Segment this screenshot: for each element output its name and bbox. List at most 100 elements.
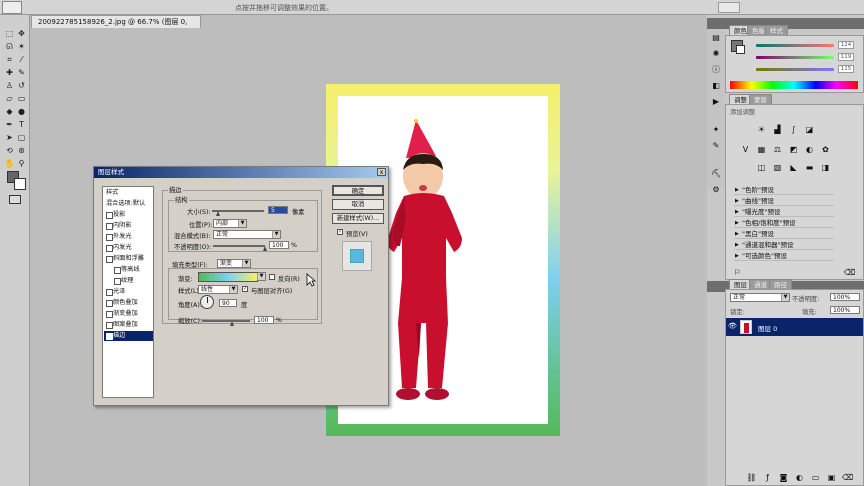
channel-mixer-icon[interactable]: ✿ <box>820 145 831 155</box>
character-icon[interactable]: ⚙ <box>711 185 721 195</box>
gradient-dropdown[interactable]: ▼ <box>257 272 266 281</box>
layer-comps-icon[interactable]: ◧ <box>711 81 721 91</box>
blue-slider[interactable] <box>756 68 834 71</box>
photo-filter-icon[interactable]: ◐ <box>804 145 815 155</box>
quick-mask-icon[interactable] <box>9 195 21 204</box>
opacity-input[interactable]: 100 <box>269 241 289 249</box>
angle-input[interactable]: 90 <box>219 299 237 307</box>
eraser-tool-icon[interactable]: ▱ <box>4 94 15 104</box>
actions-icon[interactable]: ✺ <box>711 49 721 59</box>
align-checkbox[interactable]: ✓ <box>242 286 248 292</box>
style-gradient-overlay[interactable]: 渐变叠加 <box>104 309 153 319</box>
preset-levels[interactable]: "色阶"预设 <box>734 185 834 195</box>
vibrance-icon[interactable]: V <box>740 145 751 155</box>
move-tool-icon[interactable]: ✥ <box>16 29 27 39</box>
preset-exposure[interactable]: "曝光度"预设 <box>734 207 834 217</box>
move-tool-icon[interactable] <box>2 1 22 14</box>
scale-input[interactable]: 100 <box>254 316 274 324</box>
style-contour[interactable]: 等高线 <box>104 265 153 275</box>
blend-options-item[interactable]: 混合选项:默认 <box>104 199 153 209</box>
path-select-icon[interactable]: ➤ <box>4 133 15 143</box>
link-layers-icon[interactable]: ⛓ <box>746 473 757 483</box>
style-inner-shadow[interactable]: 内阴影 <box>104 221 153 231</box>
preset-channel-mixer[interactable]: "通道混和器"预设 <box>734 240 834 250</box>
tab-masks[interactable]: 蒙版 <box>749 94 772 104</box>
gradient-tool-icon[interactable]: ▭ <box>16 94 27 104</box>
marquee-tool-icon[interactable]: ⬚ <box>4 29 15 39</box>
stamp-tool-icon[interactable]: ♙ <box>4 81 15 91</box>
layer-opacity-value[interactable]: 100% <box>830 293 860 301</box>
3d-icon[interactable]: ⛏ <box>711 169 721 179</box>
adjust-trash-icon[interactable]: ⌫ <box>844 268 855 278</box>
lasso-tool-icon[interactable]: ᘏ <box>4 42 15 52</box>
fill-value[interactable]: 100% <box>830 306 860 314</box>
hand-tool-icon[interactable]: ✋ <box>4 159 15 169</box>
gradient-style-select[interactable]: 线性 ▼ <box>198 285 238 294</box>
eyedropper-icon[interactable]: ⁄ <box>16 55 27 65</box>
delete-layer-icon[interactable]: ⌫ <box>842 473 853 483</box>
style-texture[interactable]: 纹理 <box>104 276 153 286</box>
green-slider[interactable] <box>756 56 834 59</box>
hue-sat-icon[interactable]: ▦ <box>756 145 767 155</box>
shape-tool-icon[interactable]: ▢ <box>16 133 27 143</box>
preview-checkbox[interactable]: ✓ <box>337 229 343 235</box>
preset-selective-color[interactable]: "可选颜色"预设 <box>734 251 834 261</box>
healing-brush-icon[interactable]: ✚ <box>4 68 15 78</box>
adjust-layer-icon[interactable]: ◐ <box>794 473 805 483</box>
opacity-slider[interactable] <box>213 245 265 247</box>
new-style-button[interactable]: 新建样式(W)... <box>332 213 384 224</box>
green-value[interactable]: 119 <box>838 53 854 61</box>
tab-styles[interactable]: 样式 <box>765 25 788 35</box>
info-icon[interactable]: ⓘ <box>711 65 721 75</box>
zoom-tool-icon[interactable]: ⚲ <box>16 159 27 169</box>
3d-rotate-icon[interactable]: ⟲ <box>4 146 15 156</box>
style-inner-glow[interactable]: 内发光 <box>104 243 153 253</box>
selective-color-icon[interactable]: ◨ <box>820 163 831 173</box>
group-icon[interactable]: ▭ <box>810 473 821 483</box>
reverse-checkbox[interactable] <box>269 274 275 280</box>
background-color-swatch[interactable] <box>14 178 26 190</box>
tool-presets-icon[interactable]: ✎ <box>711 141 721 151</box>
style-stroke[interactable]: 描边 <box>104 331 153 341</box>
blend-mode-select[interactable]: 正常 ▼ <box>213 230 281 239</box>
type-tool-icon[interactable]: T <box>16 120 27 130</box>
preset-black-white[interactable]: "黑白"预设 <box>734 229 834 239</box>
angle-dial[interactable] <box>200 295 214 309</box>
eye-icon[interactable]: 👁 <box>728 322 737 330</box>
fill-type-select[interactable]: 渐变 ▼ <box>217 259 251 268</box>
exposure-icon[interactable]: ◪ <box>804 125 815 135</box>
curves-icon[interactable]: ∫ <box>788 125 799 135</box>
size-slider[interactable] <box>212 210 264 212</box>
adjust-footer-icon[interactable]: ⚐ <box>732 268 743 278</box>
invert-icon[interactable]: ◫ <box>756 163 767 173</box>
color-ramp[interactable] <box>730 81 858 89</box>
workspace-button[interactable] <box>718 2 740 13</box>
brush-tool-icon[interactable]: ✎ <box>16 68 27 78</box>
history-icon[interactable]: ▤ <box>711 33 721 43</box>
styles-header[interactable]: 样式 <box>104 188 153 198</box>
posterize-icon[interactable]: ▧ <box>772 163 783 173</box>
history-brush-icon[interactable]: ↺ <box>16 81 27 91</box>
style-satin[interactable]: 光泽 <box>104 287 153 297</box>
style-drop-shadow[interactable]: 投影 <box>104 210 153 220</box>
gradient-swatch[interactable] <box>198 272 258 282</box>
dialog-title[interactable]: 图层样式 <box>94 167 388 178</box>
red-slider[interactable] <box>756 44 834 47</box>
brightness-icon[interactable]: ☀ <box>756 125 767 135</box>
black-white-icon[interactable]: ◩ <box>788 145 799 155</box>
brushes-icon[interactable]: ✦ <box>711 125 721 135</box>
preset-curves[interactable]: "曲线"预设 <box>734 196 834 206</box>
cancel-button[interactable]: 取消 <box>332 199 384 210</box>
blur-tool-icon[interactable]: ◆ <box>4 107 15 117</box>
magic-wand-icon[interactable]: ✶ <box>16 42 27 52</box>
scale-slider[interactable] <box>202 320 250 322</box>
fx-icon[interactable]: ƒ <box>762 473 773 483</box>
style-pattern-overlay[interactable]: 图案叠加 <box>104 320 153 330</box>
color-balance-icon[interactable]: ⚖ <box>772 145 783 155</box>
style-bevel-emboss[interactable]: 斜面和浮雕 <box>104 254 153 264</box>
style-outer-glow[interactable]: 外发光 <box>104 232 153 242</box>
pen-tool-icon[interactable]: ✒ <box>4 120 15 130</box>
threshold-icon[interactable]: ◣ <box>788 163 799 173</box>
3d-orbit-icon[interactable]: ⊛ <box>16 146 27 156</box>
clone-source-icon[interactable]: ▶ <box>711 97 721 107</box>
